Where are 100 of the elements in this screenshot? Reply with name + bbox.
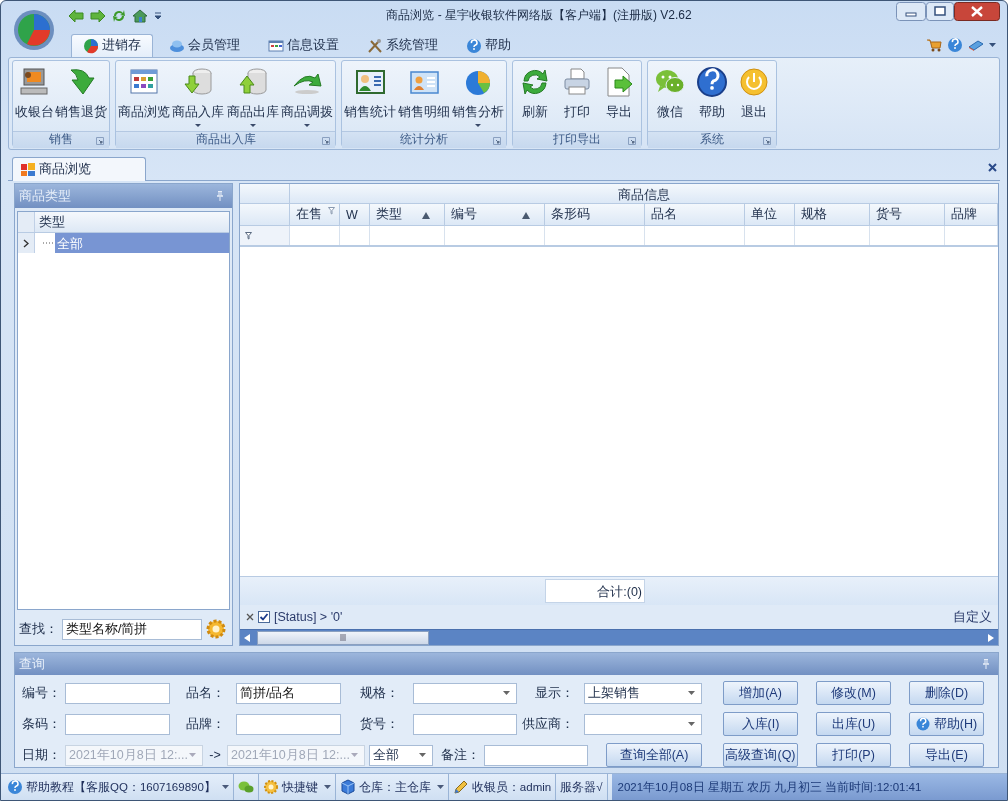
column-header[interactable]: 类型 — [35, 213, 65, 231]
ribbon-button[interactable]: 商品出库 — [226, 60, 279, 131]
status-item[interactable]: 仓库：主仓库 — [335, 774, 449, 800]
customize-link[interactable]: 自定义 — [953, 608, 992, 626]
button[interactable]: 导出(E) — [909, 743, 984, 768]
field-label: 编号： — [22, 684, 62, 702]
sort-ascending-icon[interactable] — [422, 212, 430, 220]
button[interactable]: 查询全部(A) — [606, 743, 702, 768]
ribbon-button[interactable]: 收银台 — [14, 60, 54, 131]
column-header[interactable]: W — [340, 204, 370, 226]
dialog-launcher-icon[interactable] — [96, 136, 104, 145]
filter-icon[interactable] — [328, 207, 335, 216]
gear-icon — [262, 779, 279, 796]
app-orb-icon[interactable] — [13, 9, 55, 51]
ribbon-button[interactable]: 帮助 — [696, 60, 728, 131]
ribbon-button[interactable]: 打印 — [561, 60, 593, 131]
column-header[interactable]: 单位 — [745, 204, 795, 226]
scroll-left-icon[interactable] — [244, 633, 250, 642]
dropdown-field[interactable]: 上架销售 — [584, 682, 702, 704]
dialog-launcher-icon[interactable] — [493, 136, 501, 145]
dialog-launcher-icon[interactable] — [763, 136, 771, 145]
search-field[interactable]: 类型名称/简拼 — [62, 618, 202, 640]
house-icon[interactable] — [132, 8, 148, 23]
input-field[interactable] — [65, 682, 170, 704]
maximize-button[interactable] — [926, 2, 954, 21]
ribbon-tab[interactable]: 系统管理 — [355, 33, 450, 57]
column-header[interactable]: 货号 — [870, 204, 945, 226]
ribbon-tab[interactable]: 进销存 — [71, 33, 153, 57]
input-field[interactable] — [236, 713, 341, 735]
button[interactable]: 高级查询(Q) — [723, 743, 798, 768]
scroll-right-icon[interactable] — [988, 633, 994, 642]
column-header[interactable]: 在售 — [290, 204, 340, 226]
ribbon-tab[interactable]: 会员管理 — [157, 33, 252, 57]
help-button[interactable]: 帮助(H) — [909, 712, 984, 737]
ribbon-tab[interactable]: 帮助 — [454, 33, 523, 57]
forward-arrow-icon[interactable] — [90, 8, 106, 23]
button[interactable]: 打印(P) — [816, 743, 891, 768]
cart-icon[interactable] — [926, 38, 942, 52]
column-header[interactable]: 规格 — [795, 204, 870, 226]
filter-expression[interactable]: [Status] > '0' — [274, 610, 343, 625]
dropdown-field[interactable]: 全部 — [369, 744, 433, 766]
column-header[interactable]: 条形码 — [545, 204, 645, 226]
column-header[interactable]: 品名 — [645, 204, 745, 226]
customize-caret-icon[interactable] — [154, 11, 162, 20]
book-icon[interactable] — [968, 38, 984, 52]
group-caption: 系统 — [700, 131, 724, 148]
ribbon-button[interactable]: 销售分析 — [452, 60, 504, 131]
caret-icon[interactable] — [989, 42, 996, 48]
status-item[interactable]: 服务器√ — [556, 774, 608, 800]
field-label: 品名： — [185, 684, 226, 702]
column-header[interactable]: 类型 — [370, 204, 445, 226]
close-icon[interactable] — [988, 162, 997, 172]
ribbon-button[interactable]: 微信 — [654, 60, 686, 131]
computer-icon — [18, 65, 51, 98]
back-arrow-icon[interactable] — [68, 8, 84, 23]
button[interactable]: 出库(U) — [816, 712, 891, 737]
column-header[interactable]: 品牌 — [945, 204, 998, 226]
input-field[interactable] — [413, 713, 517, 735]
document-tab[interactable]: 商品浏览 — [12, 157, 146, 182]
ribbon-button[interactable]: 销售明细 — [398, 60, 450, 131]
checkbox[interactable] — [258, 611, 270, 624]
minimize-button[interactable] — [896, 2, 926, 21]
pin-icon[interactable] — [982, 659, 990, 670]
button[interactable]: 增加(A) — [723, 681, 798, 706]
ribbon-button[interactable]: 刷新 — [519, 60, 551, 131]
dropdown-field[interactable] — [584, 713, 702, 735]
range-separator: -> — [208, 748, 222, 763]
dialog-launcher-icon[interactable] — [628, 136, 636, 145]
ribbon-button[interactable]: 导出 — [603, 60, 635, 131]
pin-icon[interactable] — [216, 191, 224, 202]
ribbon-button[interactable]: 销售退货 — [55, 60, 108, 131]
input-field[interactable] — [484, 744, 588, 766]
gear-icon[interactable] — [206, 619, 226, 640]
dialog-launcher-icon[interactable] — [322, 136, 330, 145]
status-item[interactable]: 快捷键 — [258, 774, 336, 800]
ribbon-tab[interactable]: 信息设置 — [256, 33, 351, 57]
close-button[interactable] — [954, 2, 1000, 21]
button[interactable]: 删除(D) — [909, 681, 984, 706]
input-field[interactable] — [65, 713, 170, 735]
button[interactable]: 修改(M) — [816, 681, 891, 706]
help-icon[interactable] — [947, 37, 963, 53]
window-icon — [268, 37, 284, 54]
close-icon[interactable] — [246, 613, 254, 622]
ribbon-button[interactable]: 退出 — [738, 60, 770, 131]
horizontal-scrollbar[interactable] — [240, 629, 998, 646]
ribbon-button[interactable]: 商品调拨 — [280, 60, 333, 131]
group-caption: 统计分析 — [400, 131, 448, 148]
button[interactable]: 入库(I) — [723, 712, 798, 737]
input-field[interactable]: 简拼/品名 — [236, 682, 341, 704]
status-item[interactable]: 收银员：admin — [448, 774, 557, 800]
dropdown-field[interactable] — [413, 682, 517, 704]
sort-ascending-icon[interactable] — [522, 212, 530, 220]
status-item[interactable]: 帮助教程【客服QQ：1607169890】 — [7, 774, 234, 800]
refresh-icon[interactable] — [112, 8, 126, 23]
ribbon-button[interactable]: 销售统计 — [344, 60, 396, 131]
scrollbar-thumb[interactable] — [257, 630, 429, 645]
tiles-icon — [21, 162, 35, 177]
ribbon-button[interactable]: 商品浏览 — [118, 60, 171, 131]
ribbon-button[interactable]: 商品入库 — [172, 60, 225, 131]
column-header[interactable]: 编号 — [445, 204, 545, 226]
